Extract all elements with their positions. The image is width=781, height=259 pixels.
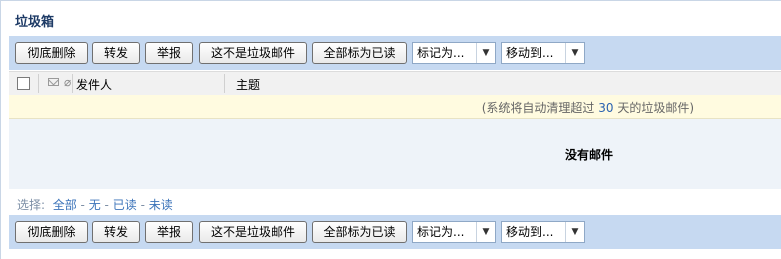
forward-button[interactable]: 转发 bbox=[92, 42, 140, 64]
select-none-link[interactable]: 无 bbox=[89, 198, 101, 212]
notice-days: 30 bbox=[598, 101, 614, 115]
subject-column-header[interactable]: 主题 bbox=[236, 76, 260, 93]
column-divider bbox=[224, 74, 225, 93]
select-read-link[interactable]: 已读 bbox=[113, 198, 137, 212]
report-button[interactable]: 举报 bbox=[145, 221, 193, 243]
move-to-select-value: 移动到... bbox=[506, 225, 554, 239]
mail-list-empty-area: 没有邮件 bbox=[9, 119, 781, 189]
mark-as-select[interactable]: 标记为... ▼ bbox=[412, 221, 496, 243]
selection-separator: - bbox=[140, 198, 145, 212]
folder-title: 垃圾箱 bbox=[15, 15, 55, 30]
select-unread-link[interactable]: 未读 bbox=[149, 198, 173, 212]
notice-text: (系统将自动清理超过 30 天的垃圾邮件) bbox=[482, 99, 694, 116]
paperclip-icon: ⌀ bbox=[64, 75, 72, 89]
mark-all-read-button[interactable]: 全部标为已读 bbox=[312, 221, 407, 243]
delete-permanently-button[interactable]: 彻底删除 bbox=[15, 42, 88, 64]
envelope-icon bbox=[48, 78, 59, 86]
mark-as-select[interactable]: 标记为... ▼ bbox=[412, 42, 496, 64]
chevron-down-icon: ▼ bbox=[565, 43, 584, 63]
select-all-link[interactable]: 全部 bbox=[53, 198, 77, 212]
not-spam-button[interactable]: 这不是垃圾邮件 bbox=[199, 42, 307, 64]
forward-button[interactable]: 转发 bbox=[92, 221, 140, 243]
mark-as-select-value: 标记为... bbox=[417, 46, 465, 60]
notice-suffix: 天的垃圾邮件) bbox=[617, 101, 694, 115]
select-all-checkbox[interactable] bbox=[17, 77, 30, 90]
mark-as-select-value: 标记为... bbox=[417, 225, 465, 239]
sender-column-header[interactable]: 发件人 bbox=[76, 76, 112, 93]
move-to-select-value: 移动到... bbox=[506, 46, 554, 60]
report-button[interactable]: 举报 bbox=[145, 42, 193, 64]
empty-message: 没有邮件 bbox=[565, 148, 614, 162]
move-to-select[interactable]: 移动到... ▼ bbox=[501, 42, 585, 64]
mark-all-read-button[interactable]: 全部标为已读 bbox=[312, 42, 407, 64]
selection-separator: - bbox=[104, 198, 109, 212]
top-toolbar: 彻底删除 转发 举报 这不是垃圾邮件 全部标为已读 标记为... ▼ 移动到..… bbox=[9, 36, 781, 70]
notice-prefix: (系统将自动清理超过 bbox=[481, 101, 595, 115]
move-to-select[interactable]: 移动到... ▼ bbox=[501, 221, 585, 243]
chevron-down-icon: ▼ bbox=[476, 222, 495, 242]
selection-separator: - bbox=[80, 198, 85, 212]
mail-list-header: ⌀ 发件人 主题 bbox=[9, 71, 781, 96]
chevron-down-icon: ▼ bbox=[476, 43, 495, 63]
column-divider bbox=[38, 74, 39, 93]
delete-permanently-button[interactable]: 彻底删除 bbox=[15, 221, 88, 243]
selection-bar: 选择: 全部 - 无 - 已读 - 未读 bbox=[17, 196, 173, 213]
not-spam-button[interactable]: 这不是垃圾邮件 bbox=[199, 221, 307, 243]
selection-label: 选择: bbox=[17, 198, 46, 212]
chevron-down-icon: ▼ bbox=[565, 222, 584, 242]
auto-cleanup-notice: (系统将自动清理超过 30 天的垃圾邮件) bbox=[9, 95, 781, 119]
column-divider bbox=[72, 74, 73, 93]
bottom-toolbar: 彻底删除 转发 举报 这不是垃圾邮件 全部标为已读 标记为... ▼ 移动到..… bbox=[9, 215, 781, 249]
